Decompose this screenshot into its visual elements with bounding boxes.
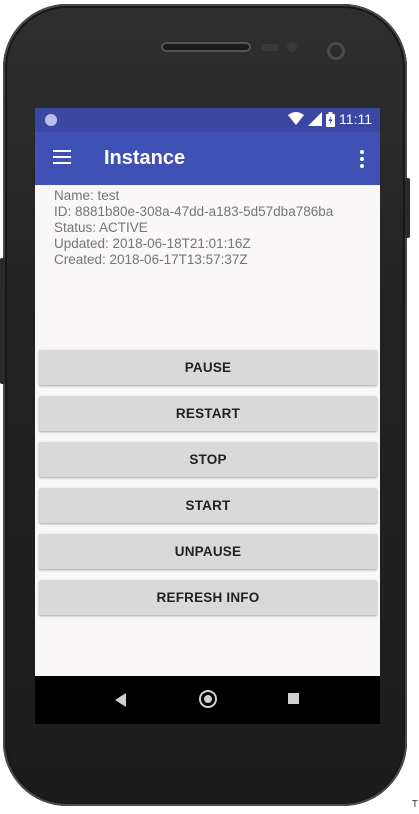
more-vert-icon[interactable] <box>360 150 364 171</box>
menu-icon[interactable] <box>53 150 71 164</box>
start-button[interactable]: START <box>39 488 377 523</box>
earpiece-speaker <box>161 42 251 52</box>
power-button <box>405 178 410 238</box>
status-icons: 11:11 <box>288 111 372 127</box>
restart-button[interactable]: RESTART <box>39 396 377 431</box>
navigation-bar <box>35 676 380 724</box>
light-sensor <box>287 42 297 52</box>
instance-created: Created: 2018-06-17T13:57:37Z <box>54 252 248 267</box>
recents-icon[interactable] <box>288 693 299 704</box>
phone-frame: 11:11 Instance Name: test ID: 8881b80e-3… <box>3 4 407 806</box>
front-camera <box>327 42 345 60</box>
action-buttons: PAUSE RESTART STOP START UNPAUSE REFRESH… <box>39 350 377 626</box>
proximity-sensor <box>261 44 279 51</box>
instance-updated: Updated: 2018-06-18T21:01:16Z <box>54 236 251 251</box>
instance-status: Status: ACTIVE <box>54 220 148 235</box>
instance-info: Name: test ID: 8881b80e-308a-47dd-a183-5… <box>35 185 380 268</box>
instance-name: Name: test <box>54 188 120 203</box>
volume-button <box>0 258 5 384</box>
app-title: Instance <box>104 147 186 169</box>
back-icon[interactable] <box>115 693 126 707</box>
signal-icon <box>308 112 323 126</box>
battery-icon <box>326 111 336 127</box>
stop-button[interactable]: STOP <box>39 442 377 477</box>
home-icon[interactable] <box>199 690 217 708</box>
notification-dot-icon <box>45 114 57 126</box>
status-time: 11:11 <box>339 111 372 127</box>
pause-button[interactable]: PAUSE <box>39 350 377 385</box>
corner-text: T <box>411 799 418 810</box>
refresh-info-button[interactable]: REFRESH INFO <box>39 580 377 615</box>
wifi-icon <box>288 112 305 125</box>
unpause-button[interactable]: UNPAUSE <box>39 534 377 569</box>
status-bar: 11:11 <box>35 108 380 132</box>
instance-id: ID: 8881b80e-308a-47dd-a183-5d57dba786ba <box>54 204 334 219</box>
app-bar: Instance <box>35 132 380 185</box>
device-screen: 11:11 Instance Name: test ID: 8881b80e-3… <box>35 108 380 724</box>
